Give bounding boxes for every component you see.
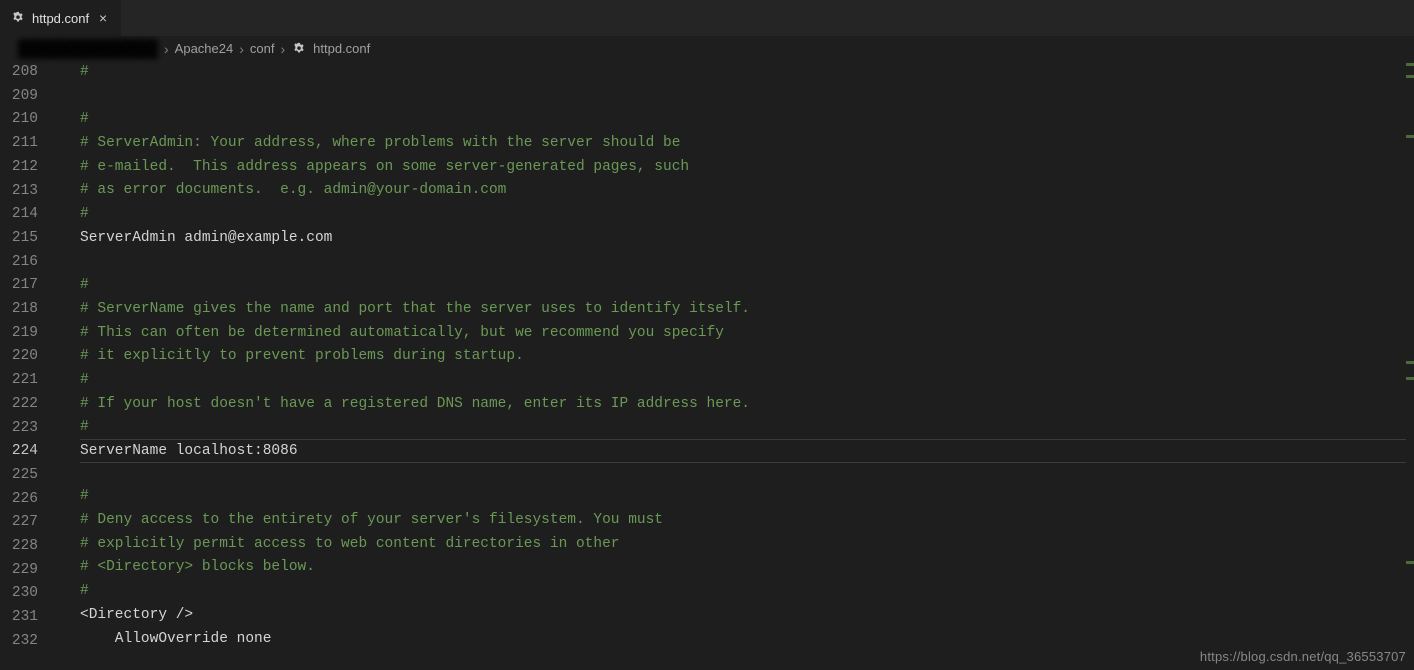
close-icon[interactable]: × bbox=[95, 10, 111, 26]
scroll-mark bbox=[1406, 561, 1414, 564]
code-line[interactable]: # If your host doesn't have a registered… bbox=[80, 393, 1414, 417]
line-number: 211 bbox=[0, 132, 42, 156]
line-number: 219 bbox=[0, 322, 42, 346]
line-number: 221 bbox=[0, 369, 42, 393]
line-number: 209 bbox=[0, 85, 42, 109]
breadcrumb-segment[interactable]: httpd.conf bbox=[313, 41, 370, 56]
code-line[interactable]: # bbox=[80, 108, 1414, 132]
editor[interactable]: 2082092102112122132142152162172182192202… bbox=[0, 61, 1414, 670]
code-line[interactable]: ServerAdmin admin@example.com bbox=[80, 227, 1414, 251]
code-line[interactable]: AllowOverride none bbox=[80, 628, 1414, 652]
line-number: 222 bbox=[0, 393, 42, 417]
gear-icon bbox=[10, 10, 26, 26]
line-number: 212 bbox=[0, 156, 42, 180]
code-line[interactable]: # it explicitly to prevent problems duri… bbox=[80, 345, 1414, 369]
chevron-right-icon: › bbox=[239, 41, 244, 57]
scroll-mark bbox=[1406, 63, 1414, 66]
watermark: https://blog.csdn.net/qq_36553707 bbox=[1200, 649, 1406, 664]
line-number: 226 bbox=[0, 488, 42, 512]
code-line[interactable]: # bbox=[80, 61, 1414, 85]
breadcrumb-segment[interactable]: conf bbox=[250, 41, 275, 56]
tab-filename: httpd.conf bbox=[32, 11, 89, 26]
line-number: 216 bbox=[0, 251, 42, 275]
scroll-mark bbox=[1406, 75, 1414, 78]
code-line[interactable]: ServerName localhost:8086 bbox=[80, 439, 1414, 463]
line-number: 220 bbox=[0, 345, 42, 369]
line-number: 208 bbox=[0, 61, 42, 85]
line-number: 223 bbox=[0, 417, 42, 441]
line-number: 227 bbox=[0, 511, 42, 535]
code-line[interactable]: # e-mailed. This address appears on some… bbox=[80, 156, 1414, 180]
gutter: 2082092102112122132142152162172182192202… bbox=[0, 61, 62, 670]
code-line[interactable]: # This can often be determined automatic… bbox=[80, 322, 1414, 346]
line-number: 229 bbox=[0, 559, 42, 583]
line-number: 228 bbox=[0, 535, 42, 559]
code-line[interactable] bbox=[80, 85, 1414, 109]
line-number: 210 bbox=[0, 108, 42, 132]
chevron-right-icon: › bbox=[164, 41, 169, 57]
line-number: 230 bbox=[0, 582, 42, 606]
code-line[interactable]: # bbox=[80, 274, 1414, 298]
line-number: 224 bbox=[0, 440, 42, 464]
line-number: 214 bbox=[0, 203, 42, 227]
scrollbar[interactable] bbox=[1406, 61, 1414, 670]
code-line[interactable]: # ServerAdmin: Your address, where probl… bbox=[80, 132, 1414, 156]
tab-httpd-conf[interactable]: httpd.conf × bbox=[0, 0, 122, 36]
line-number: 215 bbox=[0, 227, 42, 251]
code-line[interactable]: # Deny access to the entirety of your se… bbox=[80, 509, 1414, 533]
code-line[interactable]: # <Directory> blocks below. bbox=[80, 556, 1414, 580]
redacted-segment bbox=[18, 39, 158, 59]
chevron-right-icon: › bbox=[280, 41, 285, 57]
line-number: 213 bbox=[0, 180, 42, 204]
tab-bar: httpd.conf × bbox=[0, 0, 1414, 36]
scroll-mark bbox=[1406, 361, 1414, 364]
code-line[interactable]: # ServerName gives the name and port tha… bbox=[80, 298, 1414, 322]
code-line[interactable]: <Directory /> bbox=[80, 604, 1414, 628]
scroll-mark bbox=[1406, 377, 1414, 380]
breadcrumb-segment[interactable]: Apache24 bbox=[175, 41, 234, 56]
code-line[interactable] bbox=[80, 462, 1414, 486]
line-number: 217 bbox=[0, 274, 42, 298]
code-area[interactable]: # ## ServerAdmin: Your address, where pr… bbox=[62, 61, 1414, 670]
line-number: 218 bbox=[0, 298, 42, 322]
code-line[interactable]: # explicitly permit access to web conten… bbox=[80, 533, 1414, 557]
gear-icon bbox=[291, 41, 307, 57]
code-line[interactable] bbox=[80, 251, 1414, 275]
line-number: 231 bbox=[0, 606, 42, 630]
code-line[interactable]: # bbox=[80, 580, 1414, 604]
code-line[interactable]: # bbox=[80, 369, 1414, 393]
code-line[interactable]: # bbox=[80, 203, 1414, 227]
code-line[interactable]: # as error documents. e.g. admin@your-do… bbox=[80, 179, 1414, 203]
scroll-mark bbox=[1406, 135, 1414, 138]
code-line[interactable]: # bbox=[80, 485, 1414, 509]
code-line[interactable]: # bbox=[80, 416, 1414, 440]
line-number: 232 bbox=[0, 630, 42, 654]
line-number: 225 bbox=[0, 464, 42, 488]
breadcrumb: › Apache24 › conf › httpd.conf bbox=[0, 36, 1414, 61]
